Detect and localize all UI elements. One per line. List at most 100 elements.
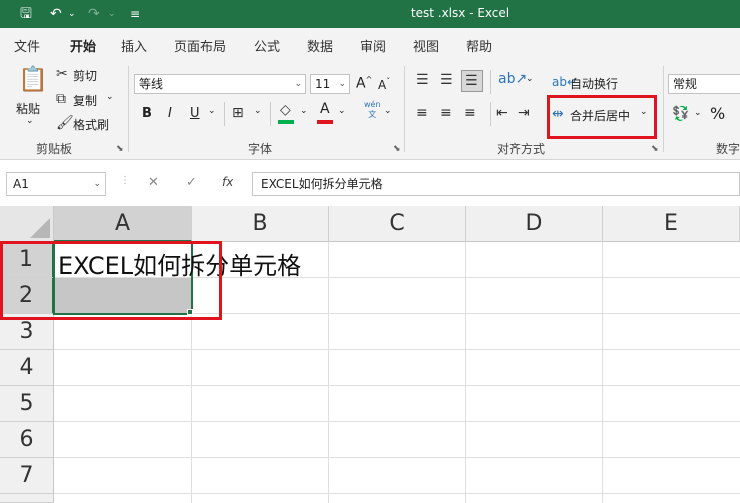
- clipboard-launcher-icon[interactable]: ⬊: [116, 144, 124, 154]
- row-header-4[interactable]: 4: [0, 350, 54, 386]
- column-header-a[interactable]: A: [54, 206, 192, 242]
- row-header-6[interactable]: 6: [0, 422, 54, 458]
- align-top-icon[interactable]: ☰: [416, 72, 429, 88]
- formula-input[interactable]: EXCEL如何拆分单元格: [252, 172, 740, 196]
- borders-icon[interactable]: ⊞: [232, 105, 244, 121]
- copy-icon[interactable]: ⧉: [56, 91, 66, 107]
- paste-button[interactable]: 粘贴: [16, 100, 40, 117]
- shrink-font-button[interactable]: Aˇ: [378, 77, 390, 92]
- redo-icon[interactable]: ↷: [88, 0, 100, 28]
- gridline: [465, 242, 466, 503]
- name-box-value: A1: [13, 177, 29, 191]
- wrap-text-button[interactable]: 自动换行: [570, 75, 618, 92]
- font-launcher-icon[interactable]: ⬊: [393, 144, 401, 154]
- orientation-dropdown-icon[interactable]: ⌄: [526, 74, 534, 84]
- orientation-icon[interactable]: ab↗: [498, 71, 527, 87]
- cancel-icon[interactable]: ✕: [148, 175, 159, 190]
- accounting-dropdown-icon[interactable]: ⌄: [694, 108, 702, 118]
- fill-color-dropdown-icon[interactable]: ⌄: [300, 106, 308, 116]
- divider: [270, 102, 271, 126]
- insert-function-icon[interactable]: fx: [222, 175, 233, 189]
- font-size-combo[interactable]: 11 ⌄: [310, 74, 350, 94]
- font-size-value: 11: [315, 77, 331, 91]
- merge-center-highlight: [547, 95, 657, 139]
- select-all-corner[interactable]: [0, 206, 54, 242]
- copy-button[interactable]: 复制: [73, 92, 97, 109]
- tab-data[interactable]: 数据: [307, 36, 333, 55]
- align-right-icon[interactable]: ≡: [464, 105, 476, 121]
- tab-page-layout[interactable]: 页面布局: [174, 36, 226, 55]
- font-name-value: 等线: [139, 77, 164, 91]
- underline-dropdown-icon[interactable]: ⌄: [208, 106, 216, 116]
- chevron-down-icon: ⌄: [294, 79, 302, 89]
- fill-color-swatch: [278, 120, 294, 124]
- increase-indent-icon[interactable]: ⇥: [518, 105, 530, 121]
- chevron-down-icon: ⌄: [93, 179, 101, 189]
- row-header-7[interactable]: 7: [0, 458, 54, 494]
- gridline: [54, 457, 740, 458]
- enter-icon[interactable]: ✓: [186, 175, 197, 190]
- gridline: [54, 349, 740, 350]
- format-painter-button[interactable]: 格式刷: [73, 116, 109, 133]
- percent-style-button[interactable]: %: [710, 104, 725, 123]
- group-divider: [663, 66, 664, 152]
- font-color-icon[interactable]: A: [320, 101, 330, 117]
- font-name-combo[interactable]: 等线 ⌄: [134, 74, 306, 94]
- gridline: [602, 242, 603, 503]
- customize-qat-icon[interactable]: ≡: [130, 0, 140, 28]
- column-header-b[interactable]: B: [192, 206, 329, 242]
- align-left-icon[interactable]: ≡: [416, 105, 428, 121]
- formula-content: EXCEL如何拆分单元格: [261, 177, 383, 191]
- column-header-c[interactable]: C: [329, 206, 466, 242]
- group-divider: [404, 66, 405, 152]
- undo-dropdown-icon[interactable]: ⌄: [68, 0, 76, 28]
- number-format-value: 常规: [673, 77, 698, 91]
- undo-icon[interactable]: ↶: [50, 0, 62, 28]
- chevron-down-icon: ⌄: [338, 79, 346, 89]
- tab-formulas[interactable]: 公式: [254, 36, 280, 55]
- borders-dropdown-icon[interactable]: ⌄: [254, 106, 262, 116]
- alignment-launcher-icon[interactable]: ⬊: [651, 144, 659, 154]
- group-divider: [128, 66, 129, 152]
- divider: [490, 70, 491, 94]
- align-center-icon[interactable]: ≡: [440, 105, 452, 121]
- row-header-8[interactable]: [0, 494, 54, 503]
- tab-review[interactable]: 审阅: [360, 36, 386, 55]
- paste-icon[interactable]: 📋: [18, 66, 48, 92]
- name-box[interactable]: A1 ⌄: [6, 172, 106, 196]
- number-format-combo[interactable]: 常规: [668, 74, 740, 94]
- format-painter-icon[interactable]: 🖌: [56, 115, 74, 131]
- gridline: [54, 493, 740, 494]
- cut-button[interactable]: 剪切: [73, 67, 97, 84]
- tab-insert[interactable]: 插入: [121, 36, 147, 55]
- redo-dropdown-icon[interactable]: ⌄: [108, 0, 116, 28]
- grow-font-button[interactable]: A^: [356, 75, 372, 92]
- divider: [490, 102, 491, 126]
- fill-color-icon[interactable]: ◇: [280, 102, 291, 118]
- accounting-format-icon[interactable]: 💱: [672, 106, 689, 122]
- tab-file[interactable]: 文件: [14, 36, 40, 55]
- cut-icon[interactable]: ✂: [56, 66, 68, 82]
- font-color-dropdown-icon[interactable]: ⌄: [338, 106, 346, 116]
- paste-dropdown-icon[interactable]: ⌄: [26, 116, 34, 126]
- window-title: test .xlsx - Excel: [410, 6, 510, 20]
- alignment-group-label: 对齐方式: [497, 142, 546, 156]
- phonetic-dropdown-icon[interactable]: ⌄: [384, 106, 392, 116]
- save-icon[interactable]: 🖫: [20, 0, 32, 28]
- row-header-5[interactable]: 5: [0, 386, 54, 422]
- copy-dropdown-icon[interactable]: ⌄: [106, 92, 114, 102]
- tab-home[interactable]: 开始: [70, 36, 97, 63]
- decrease-indent-icon[interactable]: ⇤: [496, 105, 508, 121]
- bold-button[interactable]: B: [142, 106, 152, 121]
- clipboard-group-label: 剪贴板: [36, 142, 73, 156]
- tab-view[interactable]: 视图: [413, 36, 439, 55]
- italic-button[interactable]: I: [168, 106, 172, 121]
- underline-button[interactable]: U: [190, 106, 200, 121]
- column-header-e[interactable]: E: [603, 206, 740, 242]
- align-middle-icon[interactable]: ☰: [440, 72, 453, 88]
- phonetic-guide-button[interactable]: wén 文: [364, 100, 381, 120]
- tab-help[interactable]: 帮助: [466, 36, 492, 55]
- font-group-label: 字体: [248, 142, 273, 156]
- formula-bar-grip-icon: ⋮: [120, 175, 130, 186]
- column-header-d[interactable]: D: [466, 206, 603, 242]
